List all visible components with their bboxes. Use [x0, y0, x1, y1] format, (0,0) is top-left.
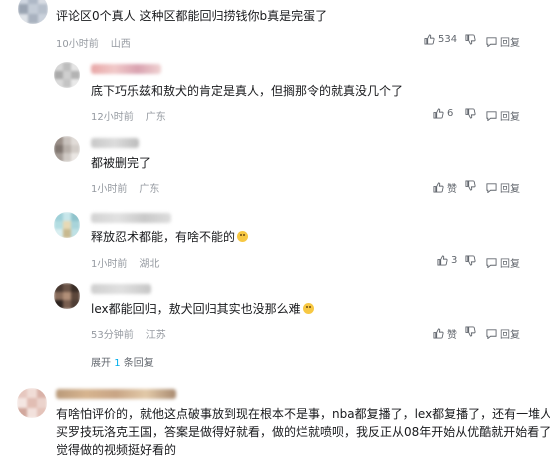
- like-button[interactable]: 赞: [433, 180, 457, 195]
- like-button[interactable]: 534: [424, 34, 457, 45]
- reply-text: 底下巧乐兹和敖犬的肯定是真人，但搁那令的就真没几个了: [91, 84, 404, 98]
- reply-button[interactable]: 回复: [486, 108, 520, 123]
- thumbs-up-icon: [433, 328, 444, 339]
- reply-time: 12小时前: [91, 112, 134, 123]
- avatar[interactable]: [54, 283, 80, 309]
- username-redacted: [91, 284, 151, 294]
- username-redacted: [91, 213, 171, 223]
- reply-icon: [486, 36, 497, 47]
- username-redacted: [91, 64, 161, 74]
- reply-meta: 53分钟前 江苏: [91, 326, 166, 341]
- thumbs-up-icon: [433, 108, 444, 119]
- comment-time: 10小时前: [56, 39, 99, 50]
- reply-time: 53分钟前: [91, 330, 134, 341]
- comment-location: 山西: [110, 39, 131, 50]
- username-redacted: [56, 389, 176, 399]
- reply-meta: 12小时前 广东: [91, 108, 166, 123]
- thumbs-down-icon: [465, 326, 476, 337]
- emoji-icon: [302, 303, 314, 314]
- thumbs-up-icon: [433, 182, 444, 193]
- comment-text-line-1: 有啥怕评价的，就他这点破事放到现在根本不是事，nba都复播了，lex都复播了，还…: [56, 407, 550, 421]
- avatar[interactable]: [17, 388, 47, 418]
- avatar[interactable]: [54, 212, 80, 238]
- dislike-button[interactable]: [465, 255, 479, 266]
- like-button[interactable]: 6: [433, 108, 453, 119]
- dislike-button[interactable]: [465, 34, 479, 45]
- thumbs-down-icon: [465, 34, 476, 45]
- comment-meta: 10小时前 山西: [56, 35, 131, 50]
- thumbs-down-icon: [465, 108, 476, 119]
- comment-text: 评论区0个真人 这种区都能回归捞钱你b真是完蛋了: [56, 9, 328, 23]
- expand-replies-button[interactable]: 展开 1 条回复: [91, 354, 154, 369]
- thumbs-up-icon: [424, 34, 435, 45]
- reply-time: 1小时前: [91, 259, 128, 270]
- reply-button[interactable]: 回复: [486, 255, 520, 270]
- reply-button[interactable]: 回复: [486, 34, 520, 49]
- username-redacted: [91, 138, 139, 148]
- reply-text: 释放忍术都能，有啥不能的: [91, 228, 249, 246]
- like-button[interactable]: 赞: [433, 326, 457, 341]
- comment-text-line-2: 买罗技玩洛克王国，答案是做得好就看，做的烂就喷呗，我反正从08年开始从优酷就开始…: [56, 425, 550, 439]
- reply-button[interactable]: 回复: [486, 180, 520, 195]
- reply-location: 江苏: [145, 330, 166, 341]
- reply-icon: [486, 328, 497, 339]
- reply-time: 1小时前: [91, 184, 128, 195]
- reply-location: 广东: [139, 184, 160, 195]
- dislike-button[interactable]: [465, 326, 479, 337]
- reply-meta: 1小时前 广东: [91, 180, 159, 195]
- thumbs-down-icon: [465, 180, 476, 191]
- like-button[interactable]: 3: [437, 255, 457, 266]
- avatar[interactable]: [54, 62, 80, 88]
- thumbs-down-icon: [465, 255, 476, 266]
- reply-button[interactable]: 回复: [486, 326, 520, 341]
- dislike-button[interactable]: [465, 180, 479, 191]
- reply-icon: [486, 182, 497, 193]
- dislike-button[interactable]: [465, 108, 479, 119]
- avatar[interactable]: [18, 0, 48, 24]
- reply-meta: 1小时前 湖北: [91, 255, 159, 270]
- reply-location: 广东: [145, 112, 166, 123]
- avatar[interactable]: [54, 136, 80, 162]
- reply-text: 都被删完了: [91, 156, 152, 170]
- reply-icon: [486, 110, 497, 121]
- emoji-icon: [237, 231, 249, 242]
- reply-icon: [486, 257, 497, 268]
- reply-location: 湖北: [139, 259, 160, 270]
- reply-text: lex都能回归，敖犬回归其实也没那么难: [91, 300, 314, 318]
- comment-text-line-3: 觉得做的视频挺好看的: [56, 443, 177, 457]
- thumbs-up-icon: [437, 255, 448, 266]
